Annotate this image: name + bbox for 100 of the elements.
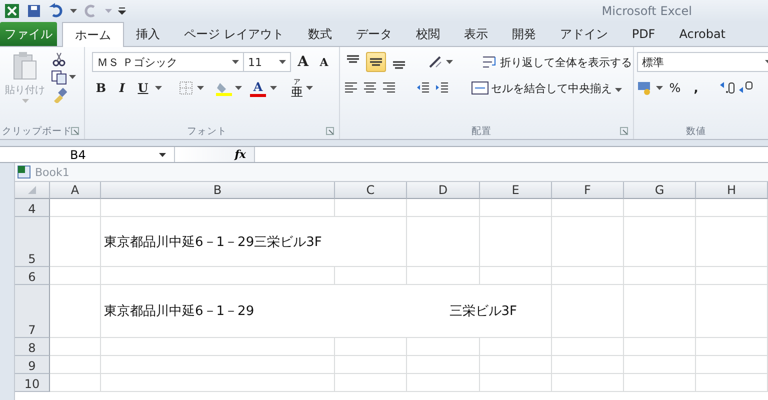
caret-icon[interactable] <box>656 86 663 90</box>
grid-cell[interactable] <box>480 267 552 285</box>
grid-cell[interactable] <box>335 356 407 374</box>
column-header[interactable]: D <box>407 182 480 199</box>
select-all-corner[interactable] <box>15 182 50 199</box>
caret-icon[interactable] <box>446 60 453 64</box>
ribbon-tab[interactable]: 開発 <box>500 22 548 46</box>
ribbon-tab[interactable]: 校閲 <box>404 22 452 46</box>
increase-decimal-icon[interactable] <box>719 80 735 96</box>
fill-color-icon[interactable] <box>216 80 232 96</box>
file-tab[interactable]: ファイル <box>0 22 57 46</box>
grid-cell[interactable] <box>624 374 696 392</box>
row-header[interactable]: 10 <box>15 374 50 392</box>
font-color-button[interactable]: A <box>249 80 267 94</box>
grid-cell[interactable] <box>552 374 624 392</box>
decrease-decimal-icon[interactable] <box>738 80 754 96</box>
row-header[interactable]: 5 <box>15 217 50 267</box>
grid-cell[interactable] <box>335 199 407 217</box>
grid-cell[interactable] <box>624 338 696 356</box>
column-header[interactable]: C <box>335 182 407 199</box>
font-size-field[interactable]: 11 <box>243 52 291 72</box>
grid-cell[interactable] <box>407 374 480 392</box>
caret-icon[interactable] <box>159 152 166 156</box>
grid-cell[interactable] <box>50 217 101 267</box>
grid-cell[interactable] <box>101 338 335 356</box>
ribbon-tab[interactable]: 数式 <box>296 22 344 46</box>
grid-cell[interactable] <box>552 217 624 267</box>
grid-cell[interactable] <box>552 338 624 356</box>
grid-cell[interactable] <box>50 338 101 356</box>
ribbon-tab[interactable]: PDF <box>620 22 668 46</box>
grid-cell[interactable] <box>624 217 696 267</box>
grid-cell[interactable] <box>480 356 552 374</box>
ribbon-tab[interactable]: ホーム <box>62 22 124 47</box>
ribbon-tab[interactable]: ページ レイアウト <box>172 22 296 46</box>
percent-button[interactable]: % <box>666 78 684 98</box>
grid-cell[interactable]: 東京都品川中延6－1－29 三栄ビル3F <box>101 285 552 338</box>
italic-button[interactable]: I <box>113 78 131 98</box>
underline-button[interactable]: U <box>134 78 152 98</box>
caret-icon[interactable] <box>279 60 286 64</box>
font-name-field[interactable]: ＭＳ Ｐゴシック <box>92 52 244 72</box>
grid-cell[interactable] <box>50 267 101 285</box>
ribbon-tab[interactable]: 表示 <box>452 22 500 46</box>
dialog-launcher-icon[interactable] <box>620 127 628 135</box>
dialog-launcher-icon[interactable] <box>71 127 79 135</box>
row-header[interactable]: 9 <box>15 356 50 374</box>
row-header[interactable]: 6 <box>15 267 50 285</box>
grid-cell[interactable] <box>624 356 696 374</box>
caret-icon[interactable] <box>306 86 313 90</box>
ribbon-tab[interactable]: アドイン <box>548 22 620 46</box>
grid-cell[interactable] <box>407 217 480 267</box>
column-header[interactable]: B <box>101 182 335 199</box>
grid-cell[interactable] <box>696 217 768 267</box>
dialog-launcher-icon[interactable] <box>326 127 334 135</box>
grid-cell[interactable] <box>50 374 101 392</box>
vertical-align-button[interactable] <box>366 52 386 72</box>
undo-icon[interactable] <box>48 3 64 19</box>
grid-cell[interactable] <box>480 217 552 267</box>
grid-cell[interactable] <box>50 285 101 338</box>
ribbon-tab[interactable]: 挿入 <box>124 22 172 46</box>
caret-icon[interactable] <box>270 86 277 90</box>
copy-icon[interactable] <box>51 69 67 85</box>
save-icon[interactable] <box>26 3 42 19</box>
grid-cell[interactable] <box>480 199 552 217</box>
grid-cell[interactable] <box>407 267 480 285</box>
grid-cell[interactable] <box>552 285 624 338</box>
bold-button[interactable]: B <box>92 78 110 98</box>
text-orientation-icon[interactable] <box>427 54 443 70</box>
grid-cell[interactable] <box>335 374 407 392</box>
comma-button[interactable]: , <box>687 78 705 98</box>
grid-cell[interactable] <box>624 267 696 285</box>
grid-cell[interactable] <box>50 199 101 217</box>
column-header[interactable]: G <box>624 182 696 199</box>
grid-cell[interactable] <box>552 356 624 374</box>
column-header[interactable]: F <box>552 182 624 199</box>
number-format-field[interactable]: 標準 <box>637 52 768 72</box>
grid-cell[interactable] <box>101 356 335 374</box>
caret-icon[interactable] <box>235 86 242 90</box>
merge-center-button[interactable]: セルを結合して中央揃え <box>468 78 625 98</box>
grid-cell[interactable] <box>552 267 624 285</box>
grid-cell[interactable] <box>407 199 480 217</box>
cut-icon[interactable] <box>51 51 67 67</box>
caret-icon[interactable] <box>69 75 76 79</box>
grid-cell[interactable] <box>407 338 480 356</box>
shrink-font-button[interactable]: A <box>315 52 333 72</box>
clipboard-icon[interactable] <box>12 51 38 81</box>
grid-cell[interactable] <box>696 199 768 217</box>
column-header[interactable]: A <box>50 182 101 199</box>
row-header[interactable]: 8 <box>15 338 50 356</box>
grid-cell[interactable] <box>480 374 552 392</box>
grid-cell[interactable] <box>696 285 768 338</box>
ribbon-tab[interactable]: Acrobat <box>667 22 738 46</box>
grid-cell[interactable] <box>624 285 696 338</box>
grid-cell[interactable] <box>101 374 335 392</box>
column-header[interactable]: E <box>480 182 552 199</box>
currency-icon[interactable] <box>637 80 653 96</box>
caret-icon[interactable] <box>232 60 239 64</box>
grid-cell[interactable] <box>50 356 101 374</box>
grid-cell[interactable] <box>335 338 407 356</box>
grid-cell[interactable] <box>101 199 335 217</box>
row-header[interactable]: 7 <box>15 285 50 338</box>
